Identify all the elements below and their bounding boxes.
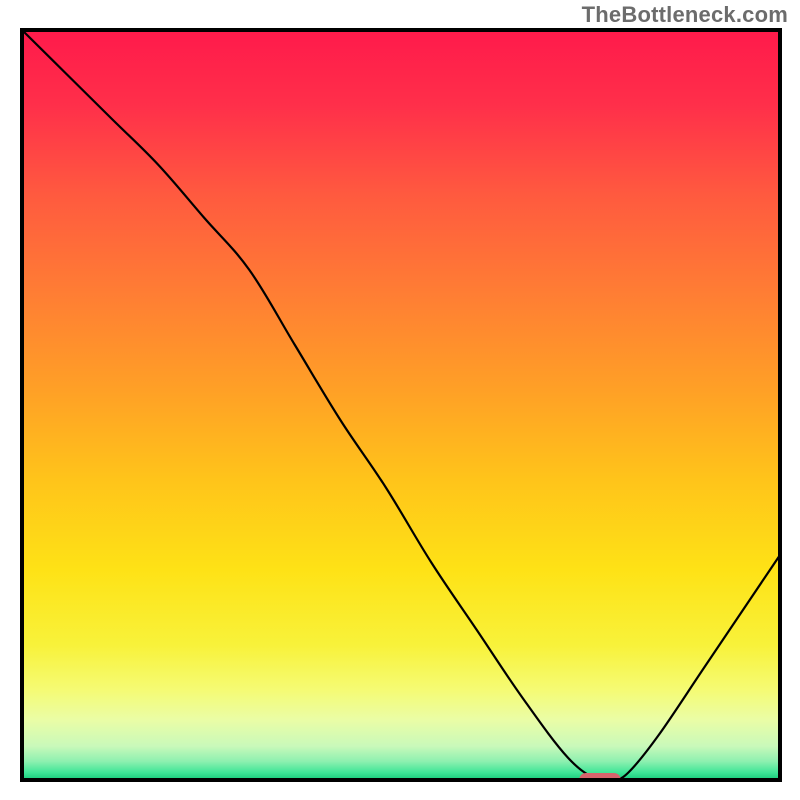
bottleneck-chart [0, 0, 800, 800]
